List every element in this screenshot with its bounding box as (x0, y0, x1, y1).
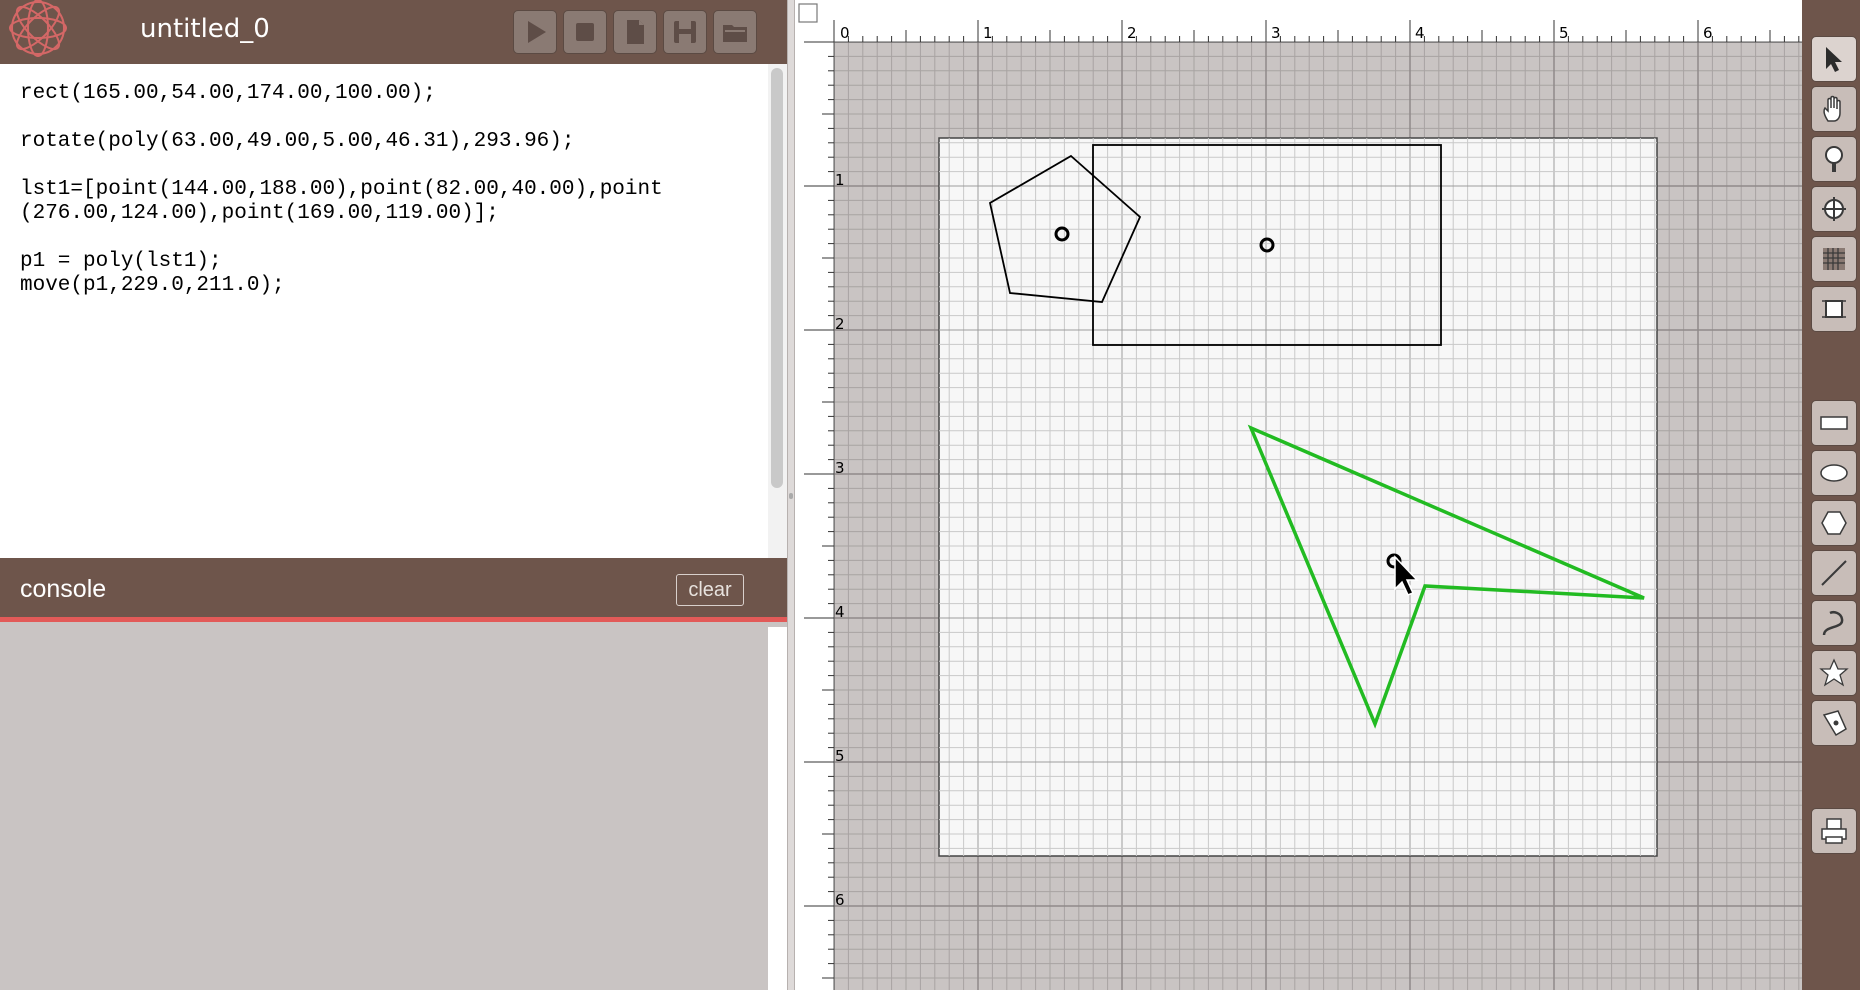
document-title: untitled_0 (140, 14, 270, 44)
ruler-x-label: 3 (1271, 24, 1281, 42)
editor-scrollbar[interactable] (768, 64, 787, 558)
console-output (0, 627, 768, 990)
ruler-x-label: 5 (1559, 24, 1569, 42)
hexagon-icon (1821, 511, 1847, 535)
code-line: p1 = poly(lst1); (20, 250, 222, 273)
ruler-x-label: 4 (1415, 24, 1425, 42)
splitter-grip-icon (789, 493, 793, 499)
polygon-tool[interactable] (1811, 500, 1857, 546)
stop-icon (576, 23, 594, 41)
code-line: rotate(poly(63.00,49.00,5.00,46.31),293.… (20, 130, 575, 153)
drawing-canvas[interactable]: 0 1 2 3 4 5 6 1 2 3 4 5 6 (795, 0, 1802, 990)
ruler-y-label: 1 (835, 171, 845, 189)
line-icon (1821, 560, 1847, 586)
arrow-cursor-icon (1826, 47, 1842, 72)
hand-icon (1823, 95, 1841, 122)
print-tool[interactable] (1811, 808, 1857, 854)
console-header: console clear (0, 558, 787, 622)
ruler-y-label: 3 (835, 459, 845, 477)
editor-scrollbar-thumb[interactable] (771, 68, 783, 488)
clear-console-button[interactable]: clear (676, 574, 744, 606)
canvas-svg: 0 1 2 3 4 5 6 1 2 3 4 5 6 (795, 0, 1802, 990)
save-icon (674, 21, 696, 43)
file-toolbar (513, 10, 757, 54)
line-tool[interactable] (1811, 550, 1857, 596)
ellipse-icon (1820, 464, 1848, 482)
save-button[interactable] (663, 10, 707, 54)
ruler-y-label: 2 (835, 315, 845, 333)
new-file-icon (627, 20, 644, 44)
ruler-x-label: 6 (1703, 24, 1713, 42)
flower-logo-icon (0, 0, 96, 64)
pen-icon (1822, 710, 1847, 737)
printer-icon (1821, 818, 1847, 844)
folder-icon (723, 25, 747, 42)
ruler-y-label: 5 (835, 747, 845, 765)
ruler-x-label: 1 (983, 24, 993, 42)
title-bar: untitled_0 (0, 0, 787, 64)
select-tool[interactable] (1811, 36, 1857, 82)
curve-tool[interactable] (1811, 600, 1857, 646)
console-scrollbar[interactable] (768, 627, 787, 990)
rectangle-icon (1820, 416, 1848, 430)
code-line: (276.00,124.00),point(169.00,119.00)]; (20, 202, 499, 225)
star-icon (1819, 658, 1849, 687)
rect-tool[interactable] (1811, 400, 1857, 446)
code-line: move(p1,229.0,211.0); (20, 274, 285, 297)
tools-palette (1802, 0, 1860, 990)
crop-icon (1822, 300, 1846, 318)
crop-tool[interactable] (1811, 286, 1857, 332)
grid-icon (1823, 248, 1845, 270)
code-line: rect(165.00,54.00,174.00,100.00); (20, 82, 436, 105)
magnifier-icon (1825, 146, 1843, 172)
pen-tool[interactable] (1811, 700, 1857, 746)
code-editor[interactable]: rect(165.00,54.00,174.00,100.00); rotate… (0, 64, 768, 558)
ruler-x-label: 0 (840, 24, 850, 42)
pan-tool[interactable] (1811, 86, 1857, 132)
vertical-ruler (795, 0, 834, 990)
crosshair-icon (1822, 197, 1846, 221)
ruler-y-label: 6 (835, 891, 845, 909)
ruler-y-label: 4 (835, 603, 845, 621)
stop-button[interactable] (563, 10, 607, 54)
app-window: untitled_0 rect(165.00,54.00,174.00,100.… (0, 0, 1860, 990)
curve-icon (1822, 611, 1844, 636)
ruler-x-label: 2 (1127, 24, 1137, 42)
play-icon (528, 21, 546, 43)
console-title: console (20, 575, 107, 603)
grid-tool[interactable] (1811, 236, 1857, 282)
zoom-tool[interactable] (1811, 136, 1857, 182)
left-pane: untitled_0 rect(165.00,54.00,174.00,100.… (0, 0, 787, 990)
star-tool[interactable] (1811, 650, 1857, 696)
horizontal-ruler (795, 0, 1802, 42)
pane-splitter[interactable] (787, 0, 795, 990)
ruler-corner-box[interactable] (798, 3, 818, 23)
code-line: lst1=[point(144.00,188.00),point(82.00,4… (20, 178, 663, 201)
ellipse-tool[interactable] (1811, 450, 1857, 496)
target-tool[interactable] (1811, 186, 1857, 232)
run-button[interactable] (513, 10, 557, 54)
artboard (938, 137, 1658, 857)
new-file-button[interactable] (613, 10, 657, 54)
open-button[interactable] (713, 10, 757, 54)
